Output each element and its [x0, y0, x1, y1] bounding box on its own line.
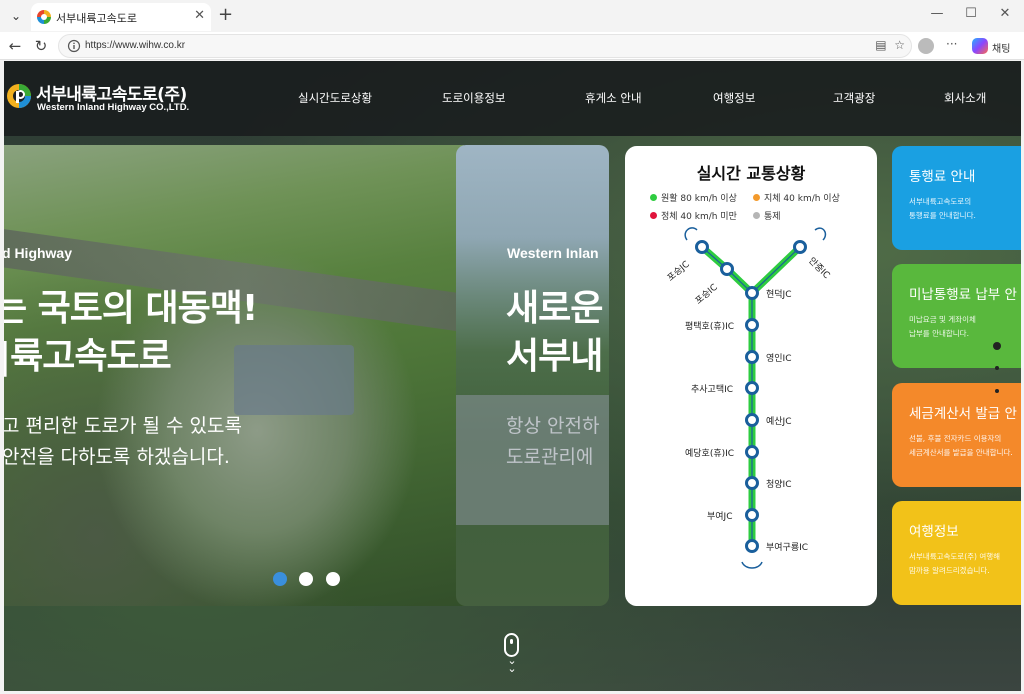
- node-posong-jc: [695, 240, 709, 254]
- node-cheongyang: [745, 476, 759, 490]
- browser-tab-bar: ⌄ 서부내륙고속도로 ✕ + — ☐ ✕: [0, 0, 1024, 32]
- slide2-headline-1: 새로운: [506, 288, 603, 329]
- close-window-icon[interactable]: ✕: [990, 6, 1020, 21]
- label-yedangho: 예당호(휴)IC: [685, 449, 735, 459]
- tab-title: 서부내륙고속도로: [56, 12, 137, 25]
- slide1-headline-1: 는 국토의 대동맥!: [4, 288, 258, 329]
- u-turn-left-icon: [684, 227, 698, 241]
- legend-delay-dot: [753, 194, 760, 201]
- legend-closed: 통제: [753, 209, 781, 222]
- logo-english-name[interactable]: Western Inland Highway CO.,LTD.: [37, 102, 189, 113]
- node-pyeongtaekho: [745, 318, 759, 332]
- travel-info-card[interactable]: 여행정보 서부내륙고속도로(주) 여행해 맘까용 알려드리겠습니다.: [892, 501, 1021, 605]
- u-turn-right-icon: [814, 227, 827, 241]
- copilot-icon[interactable]: [972, 38, 988, 54]
- slide2-eyebrow: Western Inlan: [507, 245, 599, 261]
- quick-nav-dot-2[interactable]: [995, 366, 999, 370]
- label-yesan-jc: 예산JC: [766, 417, 792, 427]
- node-yeongin: [745, 350, 759, 364]
- node-hyeondeok-jc: [745, 286, 759, 300]
- address-field[interactable]: https://www.wihw.co.kr ▤ ☆: [58, 34, 912, 58]
- slider-dot-2[interactable]: [299, 572, 313, 586]
- node-buyeo-gu: [745, 539, 759, 553]
- reader-favorite-icons[interactable]: ▤ ☆: [875, 38, 905, 52]
- label-buyeo-jc: 부여JC: [707, 512, 733, 522]
- slide1-headline-2: |륙고속도로: [4, 336, 172, 377]
- travel-info-title: 여행정보: [909, 524, 959, 540]
- hero-slide-2[interactable]: Western Inlan 새로운 서부내 항상 안전하 도로관리에: [456, 145, 609, 606]
- legend-closed-dot: [753, 212, 760, 219]
- node-posong-ic: [720, 262, 734, 276]
- label-pyeongtaekho: 평택호(휴)IC: [685, 322, 735, 332]
- tab-close-icon[interactable]: ✕: [194, 8, 205, 23]
- quick-nav-dot-1[interactable]: [993, 342, 1001, 350]
- site-favicon-icon: [37, 10, 51, 24]
- new-tab-plus-icon[interactable]: +: [218, 5, 233, 25]
- node-anjung-ic: [793, 240, 807, 254]
- slide2-subtext-1: 항상 안전하: [506, 415, 600, 437]
- url-text[interactable]: https://www.wihw.co.kr: [85, 40, 185, 51]
- label-hyeondeok-jc: 현덕JC: [766, 290, 792, 300]
- address-toolbar: ← ↻ https://www.wihw.co.kr ▤ ☆ ··· 채팅: [0, 32, 1024, 60]
- realtime-traffic-card[interactable]: 실시간 교통상황 원활 80 km/h 이상 지체 40 km/h 이상 정체 …: [625, 146, 877, 606]
- tax-invoice-card[interactable]: 세금계산서 발급 안 선불, 후불 전자카드 이용자의 세금계산서를 발급을 안내…: [892, 383, 1021, 487]
- slide1-subtext-2: 안전을 다하도록 하겠습니다.: [4, 446, 230, 468]
- route-map: [684, 227, 827, 569]
- node-buyeo-jc: [745, 508, 759, 522]
- toll-info-desc: 서부내륙고속도로의 통행료를 안내합니다.: [909, 197, 976, 220]
- maximize-icon[interactable]: ☐: [956, 6, 986, 21]
- profile-avatar[interactable]: [918, 38, 934, 54]
- nav-rest-area[interactable]: 휴게소 안내: [585, 90, 642, 106]
- browser-tab[interactable]: 서부내륙고속도로 ✕: [31, 3, 211, 31]
- slider-dot-3[interactable]: [326, 572, 340, 586]
- slide2-subtext-2: 도로관리에: [506, 446, 594, 468]
- unpaid-toll-desc: 미납요금 및 게좌이체 납부를 안내합니다.: [909, 315, 976, 338]
- unpaid-toll-title: 미납통행료 납부 안: [909, 287, 1017, 303]
- legend-smooth: 원활 80 km/h 이상: [650, 191, 737, 204]
- node-yesan: [745, 413, 759, 427]
- tax-invoice-desc: 선불, 후불 전자카드 이용자의 세금계산서를 발급을 안내합니다.: [909, 434, 1013, 457]
- slide1-subtext-1: 고 편리한 도로가 될 수 있도록: [4, 415, 242, 437]
- back-arrow-icon[interactable]: ←: [4, 35, 26, 57]
- nav-realtime-road[interactable]: 실시간도로상황: [298, 90, 372, 106]
- legend-jam-dot: [650, 212, 657, 219]
- nav-customer[interactable]: 고객광장: [833, 90, 875, 106]
- legend-delay: 지체 40 km/h 이상: [753, 191, 840, 204]
- legend-smooth-dot: [650, 194, 657, 201]
- node-chusa: [745, 381, 759, 395]
- unpaid-toll-card[interactable]: 미납통행료 납부 안 미납요금 및 게좌이체 납부를 안내합니다.: [892, 264, 1021, 368]
- label-buyeo-guryong-ic: 부여구룡IC: [766, 543, 809, 553]
- slide2-headline-2: 서부내: [506, 336, 603, 377]
- more-menu-icon[interactable]: ···: [946, 37, 957, 51]
- toll-info-title: 통행료 안내: [909, 169, 976, 185]
- scroll-down-chevron-icon[interactable]: ⌄ ⌄: [504, 655, 520, 674]
- minimize-icon[interactable]: —: [922, 6, 952, 21]
- label-chusa: 추사고택IC: [691, 385, 734, 395]
- label-yeongin-ic: 영인IC: [766, 354, 792, 364]
- copilot-label[interactable]: 채팅: [992, 40, 1010, 55]
- website-viewport: 서부내륙고속도로(주) Western Inland Highway CO.,L…: [4, 61, 1021, 691]
- travel-info-desc: 서부내륙고속도로(주) 여행해 맘까용 알려드리겠습니다.: [909, 552, 1001, 575]
- node-yedangho: [745, 445, 759, 459]
- nav-road-usage[interactable]: 도로이용정보: [442, 90, 505, 106]
- company-logo-icon[interactable]: [6, 83, 32, 109]
- tax-invoice-title: 세금계산서 발급 안: [909, 406, 1017, 422]
- nav-company[interactable]: 회사소개: [944, 90, 986, 106]
- legend-jam: 정체 40 km/h 미만: [650, 209, 737, 222]
- toll-info-card[interactable]: 통행료 안내 서부내륙고속도로의 통행료를 안내합니다.: [892, 146, 1021, 250]
- site-info-icon[interactable]: [67, 39, 81, 53]
- slide1-eyebrow: d Highway: [4, 245, 73, 261]
- u-turn-bottom-icon: [741, 561, 763, 569]
- quick-nav-dot-3[interactable]: [995, 389, 999, 393]
- tab-list-chevron-icon[interactable]: ⌄: [6, 6, 26, 26]
- site-header: 서부내륙고속도로(주) Western Inland Highway CO.,L…: [4, 61, 1021, 136]
- hero-slide-1[interactable]: d Highway 는 국토의 대동맥! |륙고속도로 고 편리한 도로가 될 …: [4, 145, 464, 606]
- nav-travel-info[interactable]: 여행정보: [713, 90, 755, 106]
- traffic-title: 실시간 교통상황: [696, 164, 806, 183]
- label-cheongyang-ic: 청양IC: [766, 480, 792, 490]
- reload-icon[interactable]: ↻: [30, 35, 52, 57]
- slider-dot-1[interactable]: [273, 572, 287, 586]
